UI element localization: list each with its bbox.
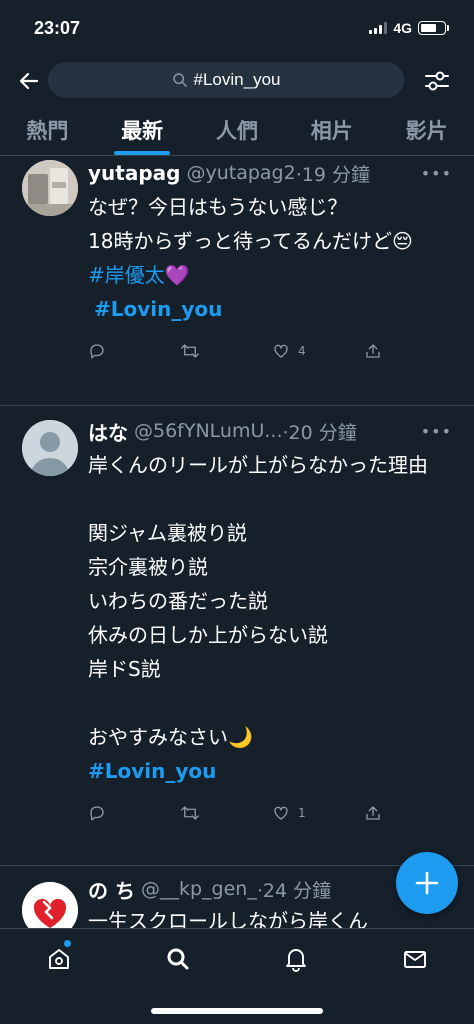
share-button[interactable] — [364, 804, 456, 822]
more-options-icon[interactable]: ••• — [421, 164, 452, 183]
plus-icon — [415, 871, 439, 895]
tweet-time[interactable]: ·19 分鐘 — [296, 160, 370, 187]
tweet[interactable]: yutapag @yutapag2 ·19 分鐘 ••• なぜ？今日はもうない感… — [0, 156, 474, 406]
author-name[interactable]: の ち — [88, 875, 135, 904]
tweet-time[interactable]: ·24 分鐘 — [257, 876, 331, 903]
search-icon — [172, 73, 187, 87]
author-handle[interactable]: @__kp_gen_ — [141, 878, 257, 900]
like-button[interactable]: 4 — [272, 342, 364, 360]
search-header: #Lovin_you — [0, 62, 474, 100]
avatar[interactable] — [22, 420, 78, 476]
status-bar: 23:07 4G — [0, 0, 474, 56]
reply-icon — [90, 806, 104, 821]
nav-home[interactable] — [0, 929, 119, 989]
like-count: 1 — [298, 806, 306, 820]
bell-icon — [286, 949, 307, 972]
signal-icon — [369, 22, 388, 34]
heart-icon — [274, 806, 288, 820]
author-handle[interactable]: @yutapag2 — [186, 162, 295, 184]
retweet-button[interactable] — [180, 342, 272, 360]
search-tabs: 熱門 最新 人們 相片 影片 — [0, 104, 474, 156]
tweet-header: はな @56fYNLumU... ·20 分鐘 — [88, 416, 456, 446]
share-icon — [366, 344, 380, 358]
filter-button[interactable] — [422, 66, 452, 96]
tweet-actions: 1 — [88, 788, 456, 838]
retweet-icon — [181, 344, 199, 358]
hashtag-link[interactable]: #岸優太💜 — [88, 258, 456, 292]
hashtag-link[interactable]: #Lovin_you — [88, 754, 456, 788]
search-query: #Lovin_you — [193, 70, 281, 89]
reply-icon — [90, 344, 104, 359]
tab-people[interactable]: 人們 — [190, 104, 285, 155]
tweet-text: 岸くんのリールが上がらなかった理由 関ジャム裏被り説 宗介裏被り説 いわちの番だ… — [88, 453, 428, 749]
avatar-image — [22, 160, 78, 216]
tweet[interactable]: はな @56fYNLumU... ·20 分鐘 ••• 岸くんのリールが上がらな… — [0, 406, 474, 866]
tweet-time[interactable]: ·20 分鐘 — [283, 418, 357, 445]
tweet-header: yutapag @yutapag2 ·19 分鐘 — [88, 158, 456, 188]
status-indicators: 4G — [369, 20, 449, 36]
home-icon — [49, 949, 70, 969]
arrow-left-icon — [19, 72, 39, 90]
retweet-button[interactable] — [180, 804, 272, 822]
share-icon — [366, 806, 380, 820]
heart-icon — [274, 344, 288, 358]
more-options-icon[interactable]: ••• — [421, 422, 452, 441]
tab-videos[interactable]: 影片 — [379, 104, 474, 155]
like-count: 4 — [298, 344, 306, 358]
author-name[interactable]: はな — [88, 417, 128, 446]
retweet-icon — [181, 806, 199, 820]
reply-button[interactable] — [88, 804, 180, 822]
search-icon — [167, 948, 189, 970]
sliders-icon — [425, 71, 449, 91]
tweet-actions: 4 — [88, 326, 456, 376]
author-handle[interactable]: @56fYNLumU... — [134, 420, 283, 442]
tab-latest[interactable]: 最新 — [95, 104, 190, 155]
nav-explore[interactable] — [119, 929, 238, 989]
reply-button[interactable] — [88, 342, 180, 360]
nav-notifications[interactable] — [237, 929, 356, 989]
tab-photos[interactable]: 相片 — [284, 104, 379, 155]
author-name[interactable]: yutapag — [88, 161, 180, 185]
tab-top[interactable]: 熱門 — [0, 104, 95, 155]
mail-icon — [403, 951, 426, 968]
hashtag-link[interactable]: #Lovin_you — [88, 292, 456, 326]
nav-messages[interactable] — [356, 929, 474, 989]
back-button[interactable] — [14, 66, 44, 96]
status-time: 23:07 — [34, 17, 81, 38]
bottom-navigation — [0, 928, 474, 1024]
avatar[interactable] — [22, 160, 78, 216]
network-label: 4G — [393, 20, 412, 36]
compose-tweet-button[interactable] — [396, 852, 458, 914]
notification-dot — [64, 940, 71, 947]
default-avatar-icon — [22, 420, 78, 476]
share-button[interactable] — [364, 342, 456, 360]
like-button[interactable]: 1 — [272, 804, 364, 822]
tweet-text: なぜ？今日はもうない感じ？ 18時からずっと待ってるんだけど😔 — [88, 195, 413, 253]
battery-icon — [418, 21, 449, 35]
home-indicator[interactable] — [151, 1008, 323, 1014]
search-input[interactable]: #Lovin_you — [48, 62, 404, 98]
